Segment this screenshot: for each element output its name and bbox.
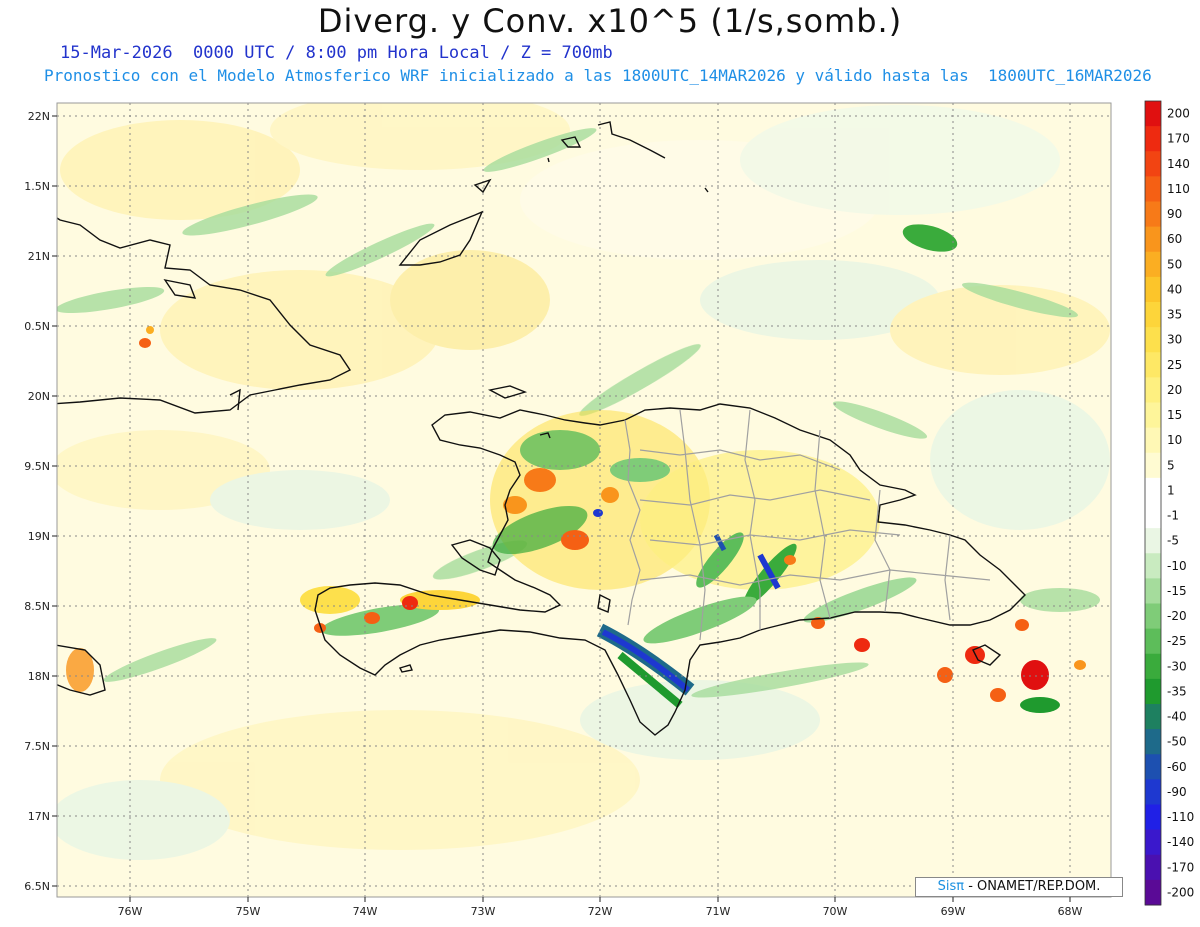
lat-label: 19N	[28, 530, 50, 543]
colorbar-label: -40	[1167, 710, 1187, 724]
colorbar-swatch	[1145, 327, 1161, 353]
lon-label: 73W	[471, 905, 496, 918]
colorbar-swatch	[1145, 352, 1161, 378]
colorbar-label: -50	[1167, 735, 1187, 749]
colorbar-swatch	[1145, 503, 1161, 529]
colorbar-label: -170	[1167, 860, 1194, 874]
colorbar-label: 90	[1167, 207, 1182, 221]
colorbar-label: 110	[1167, 182, 1190, 196]
colorbar-swatch	[1145, 402, 1161, 429]
colorbar-swatch	[1145, 729, 1161, 755]
lat-label: 0.5N	[24, 320, 50, 333]
forecast-map: 22N 1.5N 21N 0.5N 20N 9.5N 19N 8.5N 18N …	[24, 100, 1194, 918]
colorbar-label: -10	[1167, 559, 1187, 573]
lon-label: 68W	[1058, 905, 1083, 918]
model-info-line: Pronostico con el Modelo Atmosferico WRF…	[44, 66, 1152, 85]
credit-brand: Sisπ	[937, 879, 965, 894]
colorbar-label: 60	[1167, 232, 1182, 246]
colorbar-label: -60	[1167, 760, 1187, 774]
colorbar-label: 50	[1167, 257, 1182, 271]
colorbar-label: 1	[1167, 483, 1175, 497]
lon-label: 69W	[941, 905, 966, 918]
colorbar-label: -140	[1167, 835, 1194, 849]
lat-label: 17N	[28, 810, 50, 823]
colorbar-swatch	[1145, 477, 1161, 504]
lon-label: 70W	[823, 905, 848, 918]
colorbar-label: 20	[1167, 383, 1182, 397]
colorbar-label: 40	[1167, 282, 1182, 296]
lon-label: 76W	[118, 905, 143, 918]
valid-time-line: 15-Mar-2026 0000 UTC / 8:00 pm Hora Loca…	[60, 43, 613, 63]
lon-label: 72W	[588, 905, 613, 918]
colorbar-swatch	[1145, 176, 1161, 202]
lat-label: 7.5N	[24, 740, 50, 753]
colorbar-swatch	[1145, 804, 1161, 831]
colorbar-label: -30	[1167, 659, 1187, 673]
colorbar-swatch	[1145, 126, 1161, 152]
colorbar-label: -1	[1167, 509, 1179, 523]
lat-label: 1.5N	[24, 180, 50, 193]
colorbar-label: 5	[1167, 458, 1175, 472]
colorbar-swatch	[1145, 704, 1161, 730]
map-title: Diverg. y Conv. x10^5 (1/s,somb.)	[317, 2, 903, 40]
lat-label: 6.5N	[24, 880, 50, 893]
credit-text: - ONAMET/REP.DOM.	[968, 879, 1101, 894]
lat-label: 21N	[28, 250, 50, 263]
colorbar-swatch	[1145, 528, 1161, 554]
lat-label: 8.5N	[24, 600, 50, 613]
colorbar-swatch	[1145, 603, 1161, 630]
colorbar-label: -35	[1167, 684, 1187, 698]
colorbar-swatch	[1145, 226, 1161, 253]
colorbar-swatch	[1145, 151, 1161, 177]
colorbar-label: -25	[1167, 634, 1187, 648]
colorbar-label: -15	[1167, 584, 1187, 598]
latitude-labels: 22N 1.5N 21N 0.5N 20N 9.5N 19N 8.5N 18N …	[24, 110, 50, 893]
colorbar: 200 170 140 110 90 60 50 40 35 30 25 20 15 10 5 1 -1 -5 -1…	[1144, 100, 1194, 906]
colorbar-swatch	[1145, 578, 1161, 604]
lat-label: 22N	[28, 110, 50, 123]
lon-label: 71W	[706, 905, 731, 918]
colorbar-swatch	[1145, 829, 1161, 856]
colorbar-label: -200	[1167, 885, 1194, 899]
colorbar-label: -90	[1167, 785, 1187, 799]
divergence-field	[57, 103, 1111, 897]
colorbar-label: 15	[1167, 408, 1182, 422]
colorbar-swatch	[1145, 452, 1161, 479]
credit-box: Sisπ - ONAMET/REP.DOM.	[915, 877, 1123, 897]
colorbar-swatch	[1145, 251, 1161, 278]
colorbar-swatch	[1145, 653, 1161, 680]
longitude-labels: 76W 75W 74W 73W 72W 71W 70W 69W 68W	[118, 905, 1083, 918]
colorbar-swatch	[1145, 779, 1161, 805]
colorbar-label: 140	[1167, 157, 1190, 171]
lat-label: 9.5N	[24, 460, 50, 473]
colorbar-label: -5	[1167, 534, 1179, 548]
colorbar-swatch	[1145, 854, 1161, 881]
colorbar-swatch	[1145, 101, 1161, 127]
lon-label: 74W	[353, 905, 378, 918]
colorbar-swatch	[1145, 879, 1161, 906]
colorbar-label: 35	[1167, 308, 1182, 322]
colorbar-swatch	[1145, 553, 1161, 579]
colorbar-label: 200	[1167, 107, 1190, 121]
colorbar-swatch	[1145, 628, 1161, 655]
colorbar-label: 30	[1167, 333, 1182, 347]
colorbar-swatch	[1145, 427, 1161, 454]
colorbar-swatch	[1145, 201, 1161, 228]
colorbar-label: 170	[1167, 132, 1190, 146]
lat-label: 20N	[28, 390, 50, 403]
colorbar-label: -20	[1167, 609, 1187, 623]
colorbar-swatch	[1145, 754, 1161, 780]
colorbar-swatch	[1145, 678, 1161, 705]
colorbar-label: -110	[1167, 810, 1194, 824]
lat-label: 18N	[28, 670, 50, 683]
colorbar-swatch	[1145, 377, 1161, 403]
colorbar-swatch	[1145, 276, 1161, 303]
colorbar-label: 10	[1167, 433, 1182, 447]
colorbar-label: 25	[1167, 358, 1182, 372]
lon-label: 75W	[236, 905, 261, 918]
colorbar-swatch	[1145, 302, 1161, 328]
